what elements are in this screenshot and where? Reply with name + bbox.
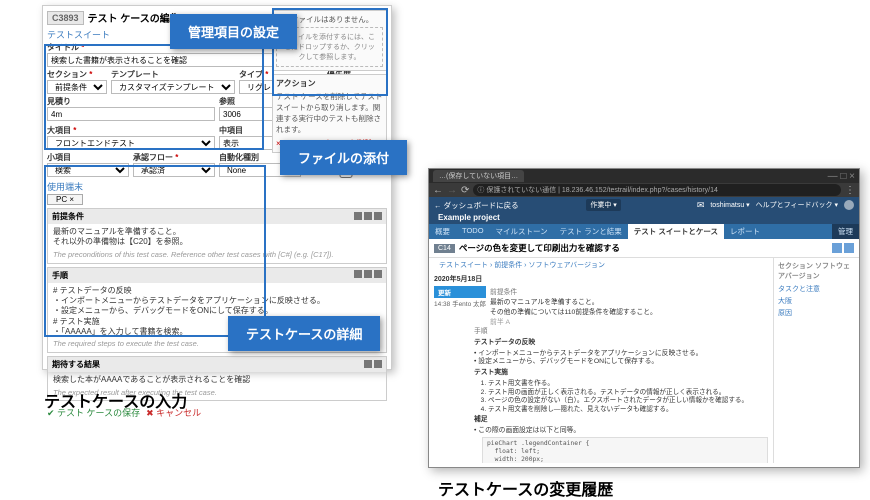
sidebar-item[interactable]: タスクと注意 bbox=[778, 283, 855, 295]
tab-todo[interactable]: TODO bbox=[456, 224, 490, 239]
next-icon[interactable] bbox=[844, 243, 854, 253]
tc-title: ページの色を変更して印刷出力を確認する bbox=[459, 242, 620, 254]
device-label: 使用端末 bbox=[47, 180, 387, 193]
toolbar-icon[interactable] bbox=[364, 270, 372, 278]
callout-3: ファイルの添付 bbox=[280, 140, 407, 175]
toolbar-icon[interactable] bbox=[354, 270, 362, 278]
work-menu[interactable]: 作業中 ▾ bbox=[586, 199, 620, 211]
testcase-header: C14 ページの色を変更して印刷出力を確認する bbox=[429, 239, 859, 258]
template-select[interactable]: カスタマイズテンプレート bbox=[111, 80, 235, 94]
app-header: ← ダッシュボードに戻る 作業中 ▾ ✉ toshimatsu ▾ ヘルプとフィ… bbox=[429, 197, 859, 213]
section-select[interactable]: 前提条件 bbox=[47, 80, 107, 94]
code-snippet: pieChart .legendContainer { float: left;… bbox=[482, 437, 768, 463]
toolbar-icon[interactable] bbox=[354, 212, 362, 220]
tab-milestones[interactable]: マイルストーン bbox=[490, 224, 554, 239]
edit-icon[interactable] bbox=[832, 243, 842, 253]
avatar-icon[interactable] bbox=[844, 200, 854, 210]
browser-tabbar: …(保存していない項目… — □ × bbox=[429, 169, 859, 183]
callout-2: テストケースの詳細 bbox=[228, 316, 380, 351]
device-tag-pc[interactable]: PC × bbox=[47, 194, 83, 205]
browser-addressbar: ← → ⟳ ⓘ 保護されていない通信 | 18.236.46.152/testr… bbox=[429, 183, 859, 197]
section-sidebar: セクション ソフトウェアバージョン タスクと注意 大阪 原因 bbox=[773, 258, 859, 463]
tab-reports[interactable]: レポート bbox=[724, 224, 766, 239]
notifications-icon[interactable]: ✉ bbox=[697, 200, 705, 211]
project-title: Example project bbox=[438, 213, 500, 222]
estimate-input[interactable] bbox=[47, 107, 215, 121]
admin-link[interactable]: 管理 bbox=[832, 224, 859, 239]
breadcrumb[interactable]: テストスイート › 前提条件 › ソフトウェアバージョン bbox=[434, 258, 768, 272]
precondition-block: 前提条件 最新のマニュアルを準備すること。 それ以外の準備物は【C20】を参照。… bbox=[47, 208, 387, 264]
tab-suites[interactable]: テスト スイートとケース bbox=[628, 224, 724, 239]
history-date: 2020年5月18日 bbox=[434, 274, 768, 284]
toolbar-icon[interactable] bbox=[374, 212, 382, 220]
user-menu[interactable]: toshimatsu ▾ bbox=[710, 201, 749, 209]
history-panel: テストスイート › 前提条件 › ソフトウェアバージョン 2020年5月18日 … bbox=[429, 258, 773, 463]
toolbar-icon[interactable] bbox=[374, 360, 382, 368]
caption-left: テストケースの入力 bbox=[44, 388, 187, 412]
menu-icon[interactable]: ⋮ bbox=[845, 185, 855, 196]
update-badge: 更新 bbox=[434, 286, 486, 298]
approval-flow-select[interactable]: 承認済 bbox=[133, 163, 215, 177]
toolbar-icon[interactable] bbox=[374, 270, 382, 278]
nav-fwd-icon: → bbox=[447, 185, 457, 196]
address-field[interactable]: ⓘ 保護されていない通信 | 18.236.46.152/testrail/in… bbox=[473, 184, 841, 196]
tc-number: C14 bbox=[434, 244, 455, 253]
toolbar-icon[interactable] bbox=[364, 212, 372, 220]
tab-overview[interactable]: 概要 bbox=[429, 224, 456, 239]
sidebar-item[interactable]: 大阪 bbox=[778, 295, 855, 307]
help-menu[interactable]: ヘルプとフィードバック ▾ bbox=[756, 200, 838, 210]
tab-runs[interactable]: テスト ランと結果 bbox=[554, 224, 628, 239]
page-title: テスト ケースの編集 bbox=[88, 10, 180, 25]
app-tabs: 概要 TODO マイルストーン テスト ランと結果 テスト スイートとケース レ… bbox=[429, 224, 859, 239]
reload-icon[interactable]: ⟳ bbox=[461, 185, 469, 196]
big-item-select[interactable]: フロントエンドテスト bbox=[47, 136, 215, 150]
caption-right: テストケースの変更履歴 bbox=[438, 476, 613, 500]
testcase-id-badge: C3893 bbox=[47, 11, 84, 25]
callout-1: 管理項目の設定 bbox=[170, 14, 297, 49]
back-to-dashboard-link[interactable]: ← ダッシュボードに戻る bbox=[434, 200, 519, 211]
sidebar-item[interactable]: 原因 bbox=[778, 307, 855, 319]
toolbar-icon[interactable] bbox=[364, 360, 372, 368]
small-item-select[interactable]: 検索 bbox=[47, 163, 129, 177]
nav-back-icon[interactable]: ← bbox=[433, 185, 443, 196]
history-browser-window: …(保存していない項目… — □ × ← → ⟳ ⓘ 保護されていない通信 | … bbox=[428, 168, 860, 468]
history-entry: 更新 14:38 手ento 太郎 前提条件 最新のマニュアルを準備すること。 … bbox=[434, 286, 768, 326]
browser-tab[interactable]: …(保存していない項目… bbox=[433, 170, 524, 182]
window-controls[interactable]: — □ × bbox=[828, 171, 855, 182]
